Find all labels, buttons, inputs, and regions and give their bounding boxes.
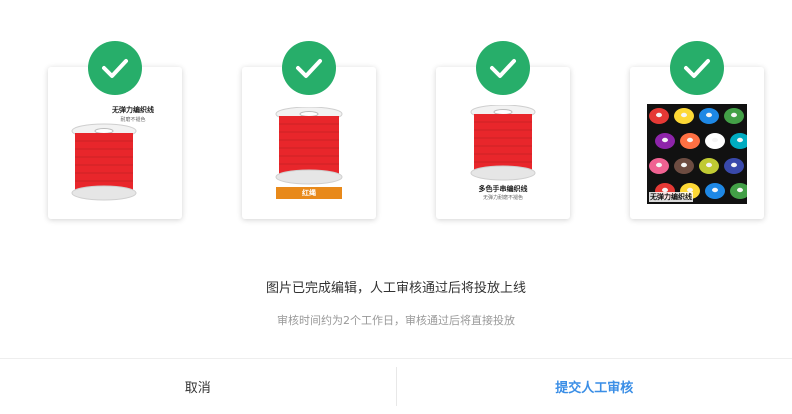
multicolor-thread-spools-image: 无弹力编织线 — [647, 104, 747, 204]
red-thread-spool-image — [70, 123, 138, 201]
red-thread-spool-image — [469, 105, 537, 181]
image-caption-sub: 耐磨不褪色 — [88, 116, 178, 123]
status-message: 图片已完成编辑，人工审核通过后将投放上线 — [0, 277, 792, 296]
cancel-button[interactable]: 取消 — [0, 359, 396, 414]
submit-review-button[interactable]: 提交人工审核 — [397, 359, 792, 414]
image-caption-sub: 无弹力耐磨不褪色 — [436, 194, 570, 201]
status-sub-message: 审核时间约为2个工作日，审核通过后将直接投放 — [0, 312, 792, 328]
check-icon — [282, 41, 336, 95]
dialog-footer: 取消 提交人工审核 — [0, 358, 792, 414]
image-caption-title: 无弹力编织线 — [88, 105, 178, 115]
check-icon — [670, 41, 724, 95]
check-icon — [476, 41, 530, 95]
image-tag-label: 红绳 — [276, 187, 342, 199]
red-thread-spool-image — [274, 107, 344, 185]
image-caption-title: 无弹力编织线 — [649, 192, 693, 202]
check-icon — [88, 41, 142, 95]
image-caption-title: 多色手串编织线 — [436, 184, 570, 194]
image-card-list: 无弹力编织线 耐磨不褪色 — [0, 0, 792, 240]
